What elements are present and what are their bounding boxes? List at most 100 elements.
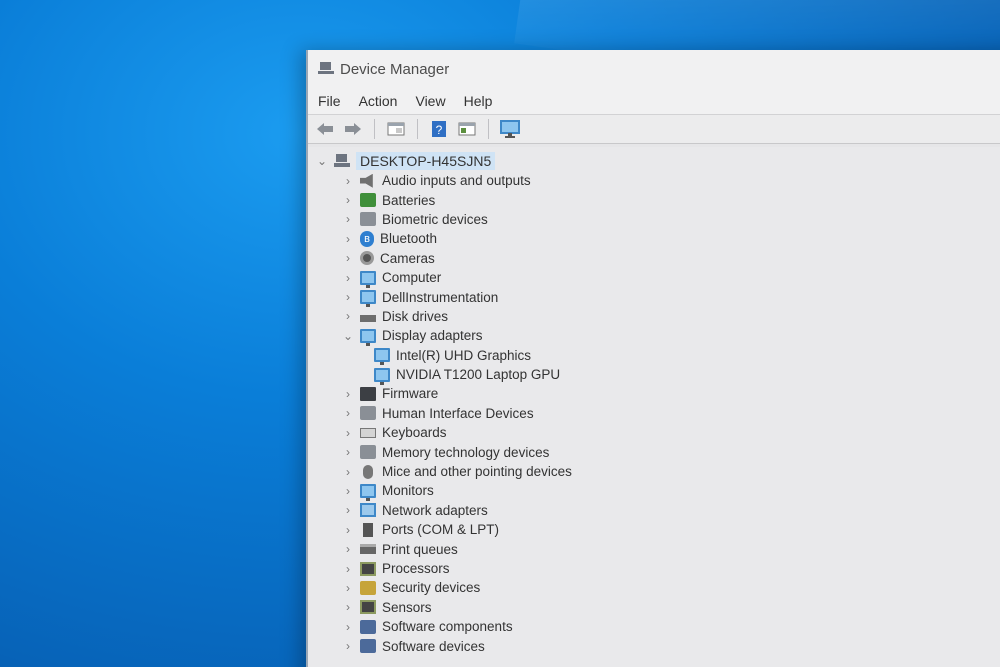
- tree-category-label: Cameras: [380, 250, 435, 266]
- tree-category-label: Biometric devices: [382, 211, 488, 227]
- memory-icon: [360, 445, 376, 460]
- display-adapter-icon: [360, 328, 376, 346]
- expand-chevron-icon[interactable]: ›: [342, 426, 354, 440]
- tree-category[interactable]: › Audio inputs and outputs: [316, 171, 1000, 190]
- tree-device-label: Intel(R) UHD Graphics: [396, 347, 532, 363]
- expand-chevron-icon[interactable]: ›: [342, 465, 354, 479]
- tree-category[interactable]: › Print queues: [316, 539, 1000, 558]
- title-bar[interactable]: Device Manager: [308, 50, 1000, 88]
- keyboard-icon: [360, 427, 376, 438]
- tree-category[interactable]: › Biometric devices: [316, 210, 1000, 229]
- tree-category-label: Mice and other pointing devices: [382, 464, 572, 480]
- hid-icon: [360, 406, 376, 421]
- expand-chevron-icon[interactable]: ›: [342, 639, 354, 653]
- collapse-chevron-icon[interactable]: ⌄: [316, 154, 328, 168]
- tree-category[interactable]: › ʙ Bluetooth: [316, 229, 1000, 248]
- tree-category-label: Monitors: [382, 483, 434, 499]
- window-title: Device Manager: [340, 60, 450, 78]
- tree-category[interactable]: › DellInstrumentation: [316, 287, 1000, 308]
- tree-category[interactable]: › Security devices: [316, 578, 1000, 597]
- expand-chevron-icon[interactable]: ›: [342, 193, 354, 207]
- tree-category-label: Bluetooth: [380, 231, 438, 247]
- expand-chevron-icon[interactable]: ›: [342, 290, 354, 304]
- tree-category[interactable]: › Keyboards: [316, 423, 1000, 442]
- tree-category[interactable]: › Software devices: [316, 636, 1000, 655]
- expand-chevron-icon[interactable]: ›: [342, 503, 354, 517]
- monitor-scan-icon[interactable]: [499, 119, 521, 139]
- device-tree: ⌄ DESKTOP-H45SJN5 › Audio inputs and outp…: [308, 147, 1000, 667]
- tree-category-label: Batteries: [382, 192, 436, 208]
- tree-category[interactable]: › Cameras: [316, 249, 1000, 268]
- expand-chevron-icon[interactable]: ›: [342, 620, 354, 634]
- camera-icon: [360, 251, 374, 266]
- expand-chevron-icon[interactable]: ›: [342, 445, 354, 459]
- expand-chevron-icon[interactable]: ›: [342, 581, 354, 595]
- tree-category[interactable]: › Computer: [316, 268, 1000, 288]
- collapse-chevron-icon[interactable]: ⌄: [342, 329, 354, 343]
- tree-device-item[interactable]: Intel(R) UHD Graphics: [316, 346, 1000, 366]
- software-component-icon: [360, 619, 376, 634]
- tree-category-label: Keyboards: [382, 425, 447, 441]
- device-manager-window[interactable]: Device Manager File Action View Help ? ⌄…: [306, 50, 1000, 667]
- expand-chevron-icon[interactable]: ›: [342, 387, 354, 401]
- menu-file[interactable]: File: [318, 93, 341, 109]
- expand-chevron-icon[interactable]: ›: [342, 271, 354, 285]
- tree-category-label: Firmware: [382, 386, 439, 402]
- tree-category[interactable]: › Memory technology devices: [316, 442, 1000, 461]
- expand-chevron-icon[interactable]: ›: [342, 212, 354, 226]
- expand-chevron-icon[interactable]: ›: [342, 406, 354, 420]
- expand-chevron-icon[interactable]: ›: [342, 232, 354, 246]
- help-icon[interactable]: ?: [428, 119, 450, 139]
- forward-icon[interactable]: [342, 119, 364, 139]
- expand-chevron-icon[interactable]: ›: [342, 251, 354, 265]
- tree-category[interactable]: › Human Interface Devices: [316, 404, 1000, 423]
- device-manager-icon: [318, 62, 334, 76]
- expand-chevron-icon[interactable]: ›: [342, 600, 354, 614]
- tree-category[interactable]: › Network adapters: [316, 501, 1000, 520]
- tree-device-item[interactable]: NVIDIA T1200 Laptop GPU: [316, 365, 1000, 385]
- expand-chevron-icon[interactable]: ›: [342, 484, 354, 498]
- computer-icon: [334, 154, 350, 168]
- speaker-icon: [360, 173, 373, 188]
- toolbar-separator: [417, 119, 418, 139]
- menu-action[interactable]: Action: [359, 93, 398, 109]
- network-icon: [360, 503, 376, 518]
- tree-category-label: Computer: [382, 270, 442, 286]
- tree-category-label: Print queues: [382, 541, 458, 557]
- display-adapter-icon: [374, 367, 390, 385]
- computer-name: DESKTOP-H45SJN5: [356, 152, 496, 170]
- menu-view[interactable]: View: [415, 93, 445, 109]
- tree-category[interactable]: › Firmware: [316, 384, 1000, 403]
- tree-category[interactable]: › Processors: [316, 559, 1000, 578]
- tree-category-label: Human Interface Devices: [382, 405, 534, 421]
- expand-chevron-icon[interactable]: ›: [342, 523, 354, 537]
- tree-category[interactable]: › Monitors: [316, 481, 1000, 501]
- disk-icon: [360, 314, 376, 322]
- expand-chevron-icon[interactable]: ›: [342, 562, 354, 576]
- tree-category[interactable]: › Batteries: [316, 190, 1000, 209]
- tree-category[interactable]: › Disk drives: [316, 307, 1000, 326]
- computer-icon: [360, 270, 376, 288]
- bluetooth-icon: ʙ: [360, 230, 374, 247]
- show-hide-console-icon[interactable]: [456, 119, 478, 139]
- menu-help[interactable]: Help: [464, 93, 493, 109]
- tree-category[interactable]: › Ports (COM & LPT): [316, 520, 1000, 539]
- expand-chevron-icon[interactable]: ›: [342, 309, 354, 323]
- monitor-icon: [360, 483, 376, 501]
- expand-chevron-icon[interactable]: ›: [342, 174, 354, 188]
- tree-category-label: Processors: [382, 561, 450, 576]
- tree-category[interactable]: ⌄ Display adapters: [316, 326, 1000, 346]
- tree-category[interactable]: › Software components: [316, 617, 1000, 636]
- tree-category-label: Security devices: [382, 580, 481, 596]
- tree-root[interactable]: ⌄ DESKTOP-H45SJN5: [316, 151, 1000, 171]
- properties-icon[interactable]: [385, 119, 407, 139]
- tree-category-label: Network adapters: [382, 502, 488, 518]
- tree-category-label: Memory technology devices: [382, 444, 550, 460]
- back-icon[interactable]: [314, 119, 336, 139]
- tree-category-label: Ports (COM & LPT): [382, 522, 500, 538]
- tree-category[interactable]: › Mice and other pointing devices: [316, 462, 1000, 481]
- tree-category[interactable]: › Sensors: [316, 598, 1000, 617]
- expand-chevron-icon[interactable]: ›: [342, 542, 354, 556]
- tree-category-label: Audio inputs and outputs: [382, 173, 531, 189]
- tree-category-label: Disk drives: [382, 308, 449, 324]
